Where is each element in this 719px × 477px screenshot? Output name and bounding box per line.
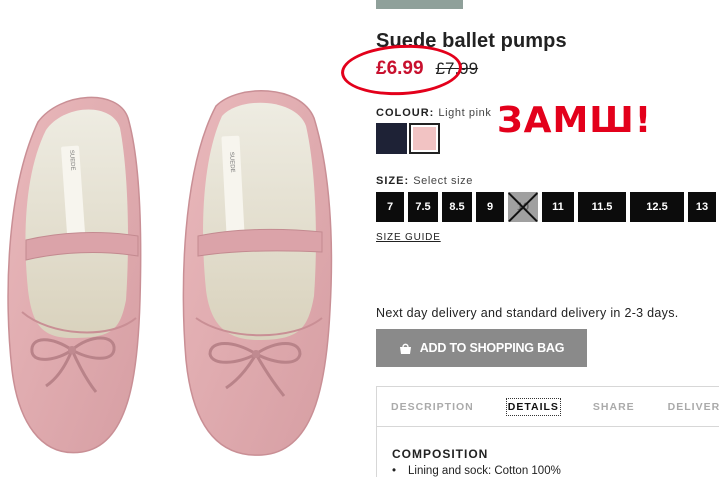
product-info-tabs: DESCRIPTION DETAILS SHARE DELIVER (376, 386, 719, 427)
size-button[interactable]: 11 (542, 192, 574, 222)
size-button[interactable]: 11.5 (578, 192, 626, 222)
size-button[interactable]: 13 (688, 192, 716, 222)
size-button[interactable]: 7 (376, 192, 404, 222)
composition-title: COMPOSITION (392, 447, 489, 461)
colour-swatch-navy[interactable] (376, 123, 407, 154)
swatch-fill (413, 127, 436, 150)
bullet-icon: • (392, 465, 397, 477)
add-to-bag-label: ADD TO SHOPPING BAG (419, 341, 565, 355)
colour-label: COLOUR: Light pink (376, 107, 491, 119)
colour-swatch-light-pink[interactable] (409, 123, 440, 154)
colour-label-title: COLOUR: (376, 107, 435, 119)
size-label-title: SIZE: (376, 175, 410, 187)
size-options: 7 7.5 8.5 9 10 11 11.5 12.5 13 (376, 192, 716, 222)
price-highlight-circle (339, 41, 464, 99)
premium-badge (376, 0, 463, 9)
right-shoe: SUEDE (182, 90, 333, 456)
shopping-bag-icon (399, 343, 411, 354)
colour-value: Light pink (438, 107, 492, 119)
size-guide-link[interactable]: SIZE GUIDE (376, 232, 441, 243)
product-image: SUEDE SUEDE (0, 0, 345, 477)
size-button[interactable]: 9 (476, 192, 504, 222)
size-button[interactable]: 7.5 (408, 192, 438, 222)
annotation-text: ЗАМШ! (497, 100, 653, 141)
tab-share[interactable]: SHARE (593, 401, 635, 413)
size-button[interactable]: 8.5 (442, 192, 472, 222)
tab-details[interactable]: DETAILS (505, 397, 561, 416)
insole-label: SUEDE (228, 152, 235, 173)
composition-item-text: Lining and sock: Cotton 100% (408, 465, 561, 477)
delivery-info: Next day delivery and standard delivery … (376, 306, 679, 320)
size-button-unavailable[interactable]: 10 (508, 192, 538, 222)
tab-delivery[interactable]: DELIVER (668, 401, 719, 413)
size-label: SIZE: Select size (376, 175, 473, 187)
size-value: Select size (413, 175, 473, 187)
add-to-bag-button[interactable]: ADD TO SHOPPING BAG (376, 329, 587, 367)
tab-description[interactable]: DESCRIPTION (391, 401, 474, 413)
size-button[interactable]: 12.5 (630, 192, 684, 222)
left-shoe: SUEDE (7, 96, 142, 454)
composition-item: • Lining and sock: Cotton 100% (392, 465, 561, 477)
